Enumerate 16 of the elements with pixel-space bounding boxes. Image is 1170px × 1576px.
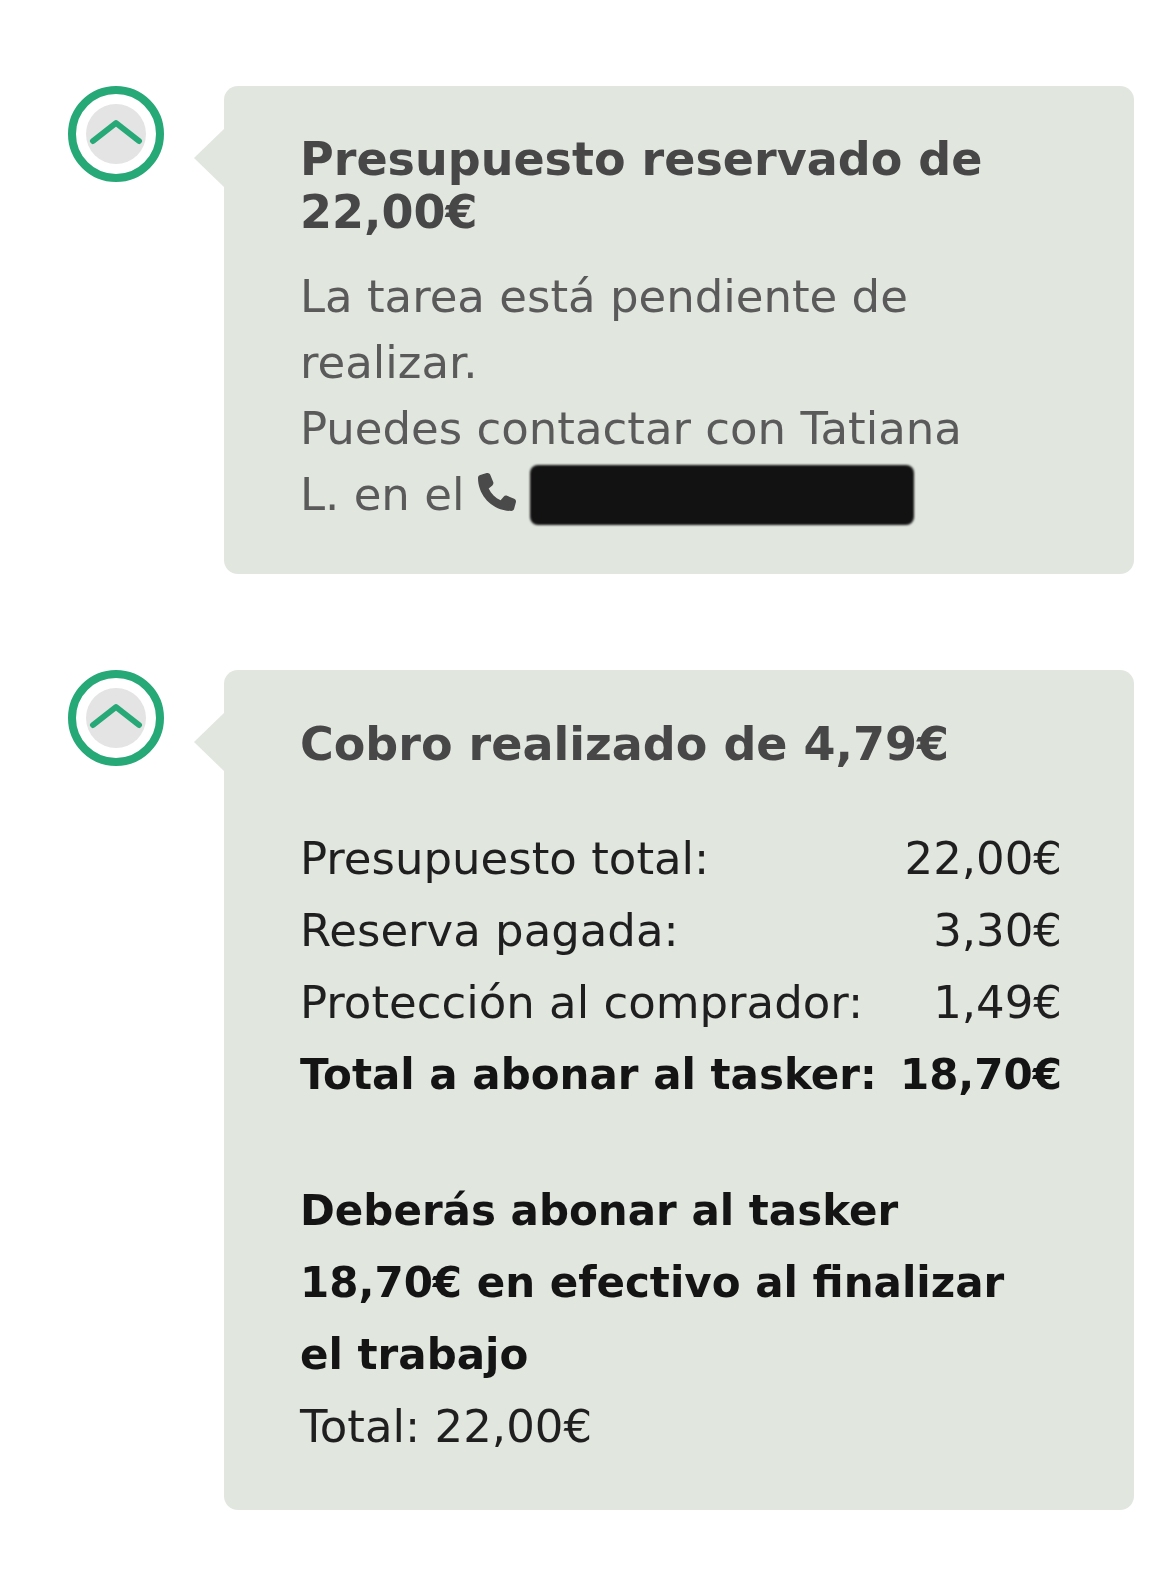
breakdown-value: 1,49€: [933, 975, 1062, 1031]
breakdown-value: 18,70€: [899, 1049, 1062, 1101]
breakdown-value: 3,30€: [933, 903, 1062, 959]
breakdown-value: 22,00€: [904, 831, 1062, 887]
card-title: Cobro realizado de 4,79€: [300, 718, 951, 771]
breakdown-label: Reserva pagada:: [300, 903, 679, 959]
notice-text: Deberás abonar al tasker 18,70€ en efectivo al finalizar el trabajo: [300, 1185, 1006, 1381]
total-text: Total: 22,00€: [300, 1399, 594, 1455]
status-text: La tarea está pendiente de realizar.: [300, 269, 909, 391]
breakdown-label: Protección al comprador:: [300, 975, 864, 1031]
contact-text: L. en el: [300, 467, 465, 523]
breakdown-label: Total a abonar al tasker:: [300, 1049, 877, 1101]
breakdown-label: Presupuesto total:: [300, 831, 710, 887]
phone-icon: [478, 473, 517, 511]
card-title: Presupuesto reservado de 22,00€: [300, 133, 984, 239]
status-text: Puedes contactar con Tatiana: [300, 401, 963, 457]
